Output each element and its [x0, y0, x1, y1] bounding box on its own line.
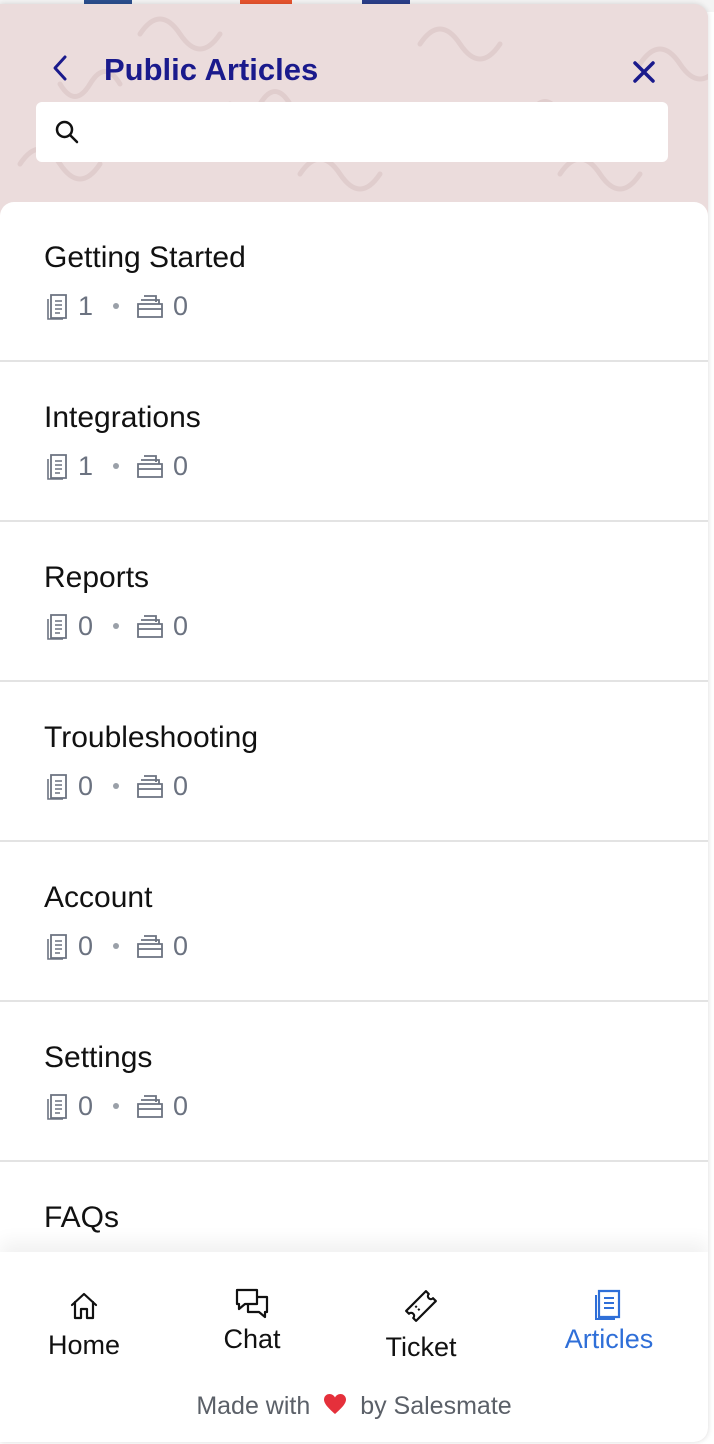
category-meta: 10: [44, 290, 708, 322]
category-item[interactable]: Settings 0 0: [0, 1002, 708, 1162]
tab-chat[interactable]: Chat: [172, 1282, 332, 1356]
category-title: Integrations: [44, 401, 201, 434]
search-box[interactable]: [36, 102, 668, 162]
article-count: 0: [78, 1090, 94, 1121]
separator-dot: [113, 463, 120, 469]
made-with-text: Made with: [196, 1392, 311, 1420]
folder-stack-icon: [137, 455, 163, 478]
ticket-icon: [405, 1290, 437, 1322]
document-icon: [47, 454, 67, 480]
category-item[interactable]: FAQs: [0, 1162, 708, 1262]
folder-stack-icon: [137, 295, 163, 318]
bottom-bar: Home Chat Ticket Articles Made with by S…: [0, 1252, 708, 1442]
article-count: 0: [78, 610, 94, 641]
folder-stack-icon: [137, 935, 163, 958]
folder-count: 0: [173, 770, 189, 801]
category-item[interactable]: Troubleshooting 0 0: [0, 682, 708, 842]
category-title: Reports: [44, 561, 150, 594]
folder-stack-icon: [137, 1095, 163, 1118]
folder-count: 0: [173, 290, 189, 321]
separator-dot: [113, 783, 120, 789]
document-icon: [47, 294, 67, 320]
tab-articles[interactable]: Articles: [529, 1282, 689, 1356]
category-item[interactable]: Getting Started 1 0: [0, 202, 708, 362]
document-icon: [47, 934, 67, 960]
tab-home[interactable]: Home: [4, 1284, 164, 1362]
powered-by: Made with by Salesmate: [0, 1392, 708, 1422]
separator-dot: [113, 623, 120, 629]
article-count: 1: [78, 450, 94, 481]
category-meta: 00: [44, 610, 708, 642]
folder-count: 0: [173, 610, 189, 641]
article-count: 1: [78, 290, 94, 321]
page-title: Public Articles: [104, 52, 319, 87]
category-meta: 10: [44, 450, 708, 482]
brand-link[interactable]: Salesmate: [394, 1392, 512, 1420]
category-title: FAQs: [44, 1201, 120, 1234]
close-button[interactable]: [624, 52, 664, 92]
tab-articles-label: Articles: [564, 1324, 654, 1354]
search-input[interactable]: [92, 102, 668, 162]
chevron-left-icon: [53, 55, 67, 81]
by-text: by: [360, 1392, 387, 1420]
search-icon: [55, 120, 79, 144]
close-icon: [633, 61, 655, 83]
category-item[interactable]: Reports 0 0: [0, 522, 708, 682]
separator-dot: [113, 303, 120, 309]
separator-dot: [113, 943, 120, 949]
folder-count: 0: [173, 930, 189, 961]
help-widget: Public Articles Getting Started 1 0 Integra…: [0, 4, 708, 1442]
tab-ticket-label: Ticket: [385, 1332, 457, 1362]
tab-home-label: Home: [47, 1330, 121, 1360]
back-button[interactable]: [44, 50, 76, 86]
category-item[interactable]: Integrations 1 0: [0, 362, 708, 522]
category-meta: 00: [44, 1090, 708, 1122]
document-icon: [47, 614, 67, 640]
category-title: Settings: [44, 1041, 153, 1074]
category-meta: 00: [44, 930, 708, 962]
article-count: 0: [78, 770, 94, 801]
document-icon: [47, 774, 67, 800]
document-icon: [47, 1094, 67, 1120]
separator-dot: [113, 1103, 120, 1109]
heart-icon: [324, 1393, 347, 1414]
category-title: Account: [44, 881, 153, 914]
category-item[interactable]: Account 0 0: [0, 842, 708, 1002]
folder-count: 0: [173, 450, 189, 481]
folder-count: 0: [173, 1090, 189, 1121]
article-icon: [595, 1289, 621, 1320]
chat-bubbles-icon: [235, 1288, 269, 1319]
tab-chat-label: Chat: [223, 1324, 281, 1354]
folder-stack-icon: [137, 615, 163, 638]
article-count: 0: [78, 930, 94, 961]
folder-stack-icon: [137, 775, 163, 798]
nav-tabs: Home Chat Ticket Articles: [0, 1272, 708, 1392]
home-icon: [70, 1292, 98, 1320]
category-title: Getting Started: [44, 241, 246, 274]
category-meta: 00: [44, 770, 708, 802]
category-list: Getting Started 1 0 Integrations 1 0 Reports 0 0…: [0, 202, 708, 1262]
category-title: Troubleshooting: [44, 721, 259, 754]
tab-ticket[interactable]: Ticket: [341, 1284, 501, 1364]
